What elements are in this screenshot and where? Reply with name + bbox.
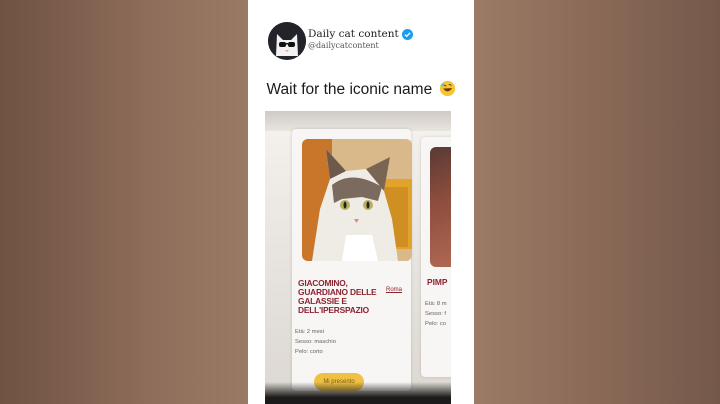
display-name[interactable]: Daily cat content	[308, 28, 399, 40]
monitor-edge	[265, 382, 451, 404]
account-info: Daily cat content @dailycatcontent	[308, 28, 413, 50]
video-frame[interactable]: GIACOMINO, GUARDIANO DELLE GALASSIE E DE…	[265, 111, 451, 404]
avatar[interactable]	[268, 22, 306, 60]
cat-age: Età: 2 mesi	[295, 329, 324, 335]
blurred-background-right	[474, 0, 720, 404]
post-caption: Wait for the iconic name	[248, 80, 474, 99]
account-handle[interactable]: @dailycatcontent	[308, 41, 413, 50]
cat-details-2: Età: 8 m Sesso: f Pelo: co	[425, 299, 447, 329]
cat-card[interactable]: GIACOMINO, GUARDIANO DELLE GALASSIE E DE…	[292, 129, 412, 391]
cat-name: GIACOMINO, GUARDIANO DELLE GALASSIE E DE…	[298, 278, 377, 315]
cat-photo-image	[302, 139, 412, 261]
verified-badge-icon	[401, 28, 413, 40]
cat-sex: Sesso: maschio	[295, 339, 336, 345]
monitor-bezel	[265, 111, 451, 131]
cat-age-2: Età: 8 m	[425, 301, 447, 307]
city-link[interactable]: Roma	[386, 287, 402, 293]
cat-avatar-icon	[268, 22, 306, 60]
cat-photo[interactable]	[302, 139, 412, 261]
caption-text: Wait for the iconic name	[266, 81, 433, 98]
blurred-background-left	[0, 0, 248, 404]
cat-sex-2: Sesso: f	[425, 311, 446, 317]
cat-name-2: PIMP	[427, 277, 448, 287]
post-frame: Daily cat content @dailycatcontent Wait …	[248, 0, 474, 404]
display-name-row[interactable]: Daily cat content	[308, 28, 413, 40]
cat-card-2[interactable]: PIMP Età: 8 m Sesso: f Pelo: co	[421, 137, 451, 377]
cat-details: Età: 2 mesi Sesso: maschio Pelo: corto	[295, 327, 336, 357]
cat-photo-2[interactable]	[430, 147, 451, 267]
rolling-on-floor-laughing-emoji-icon	[439, 80, 455, 97]
cat-coat: Pelo: corto	[295, 349, 323, 355]
cat-coat-2: Pelo: co	[425, 321, 446, 327]
